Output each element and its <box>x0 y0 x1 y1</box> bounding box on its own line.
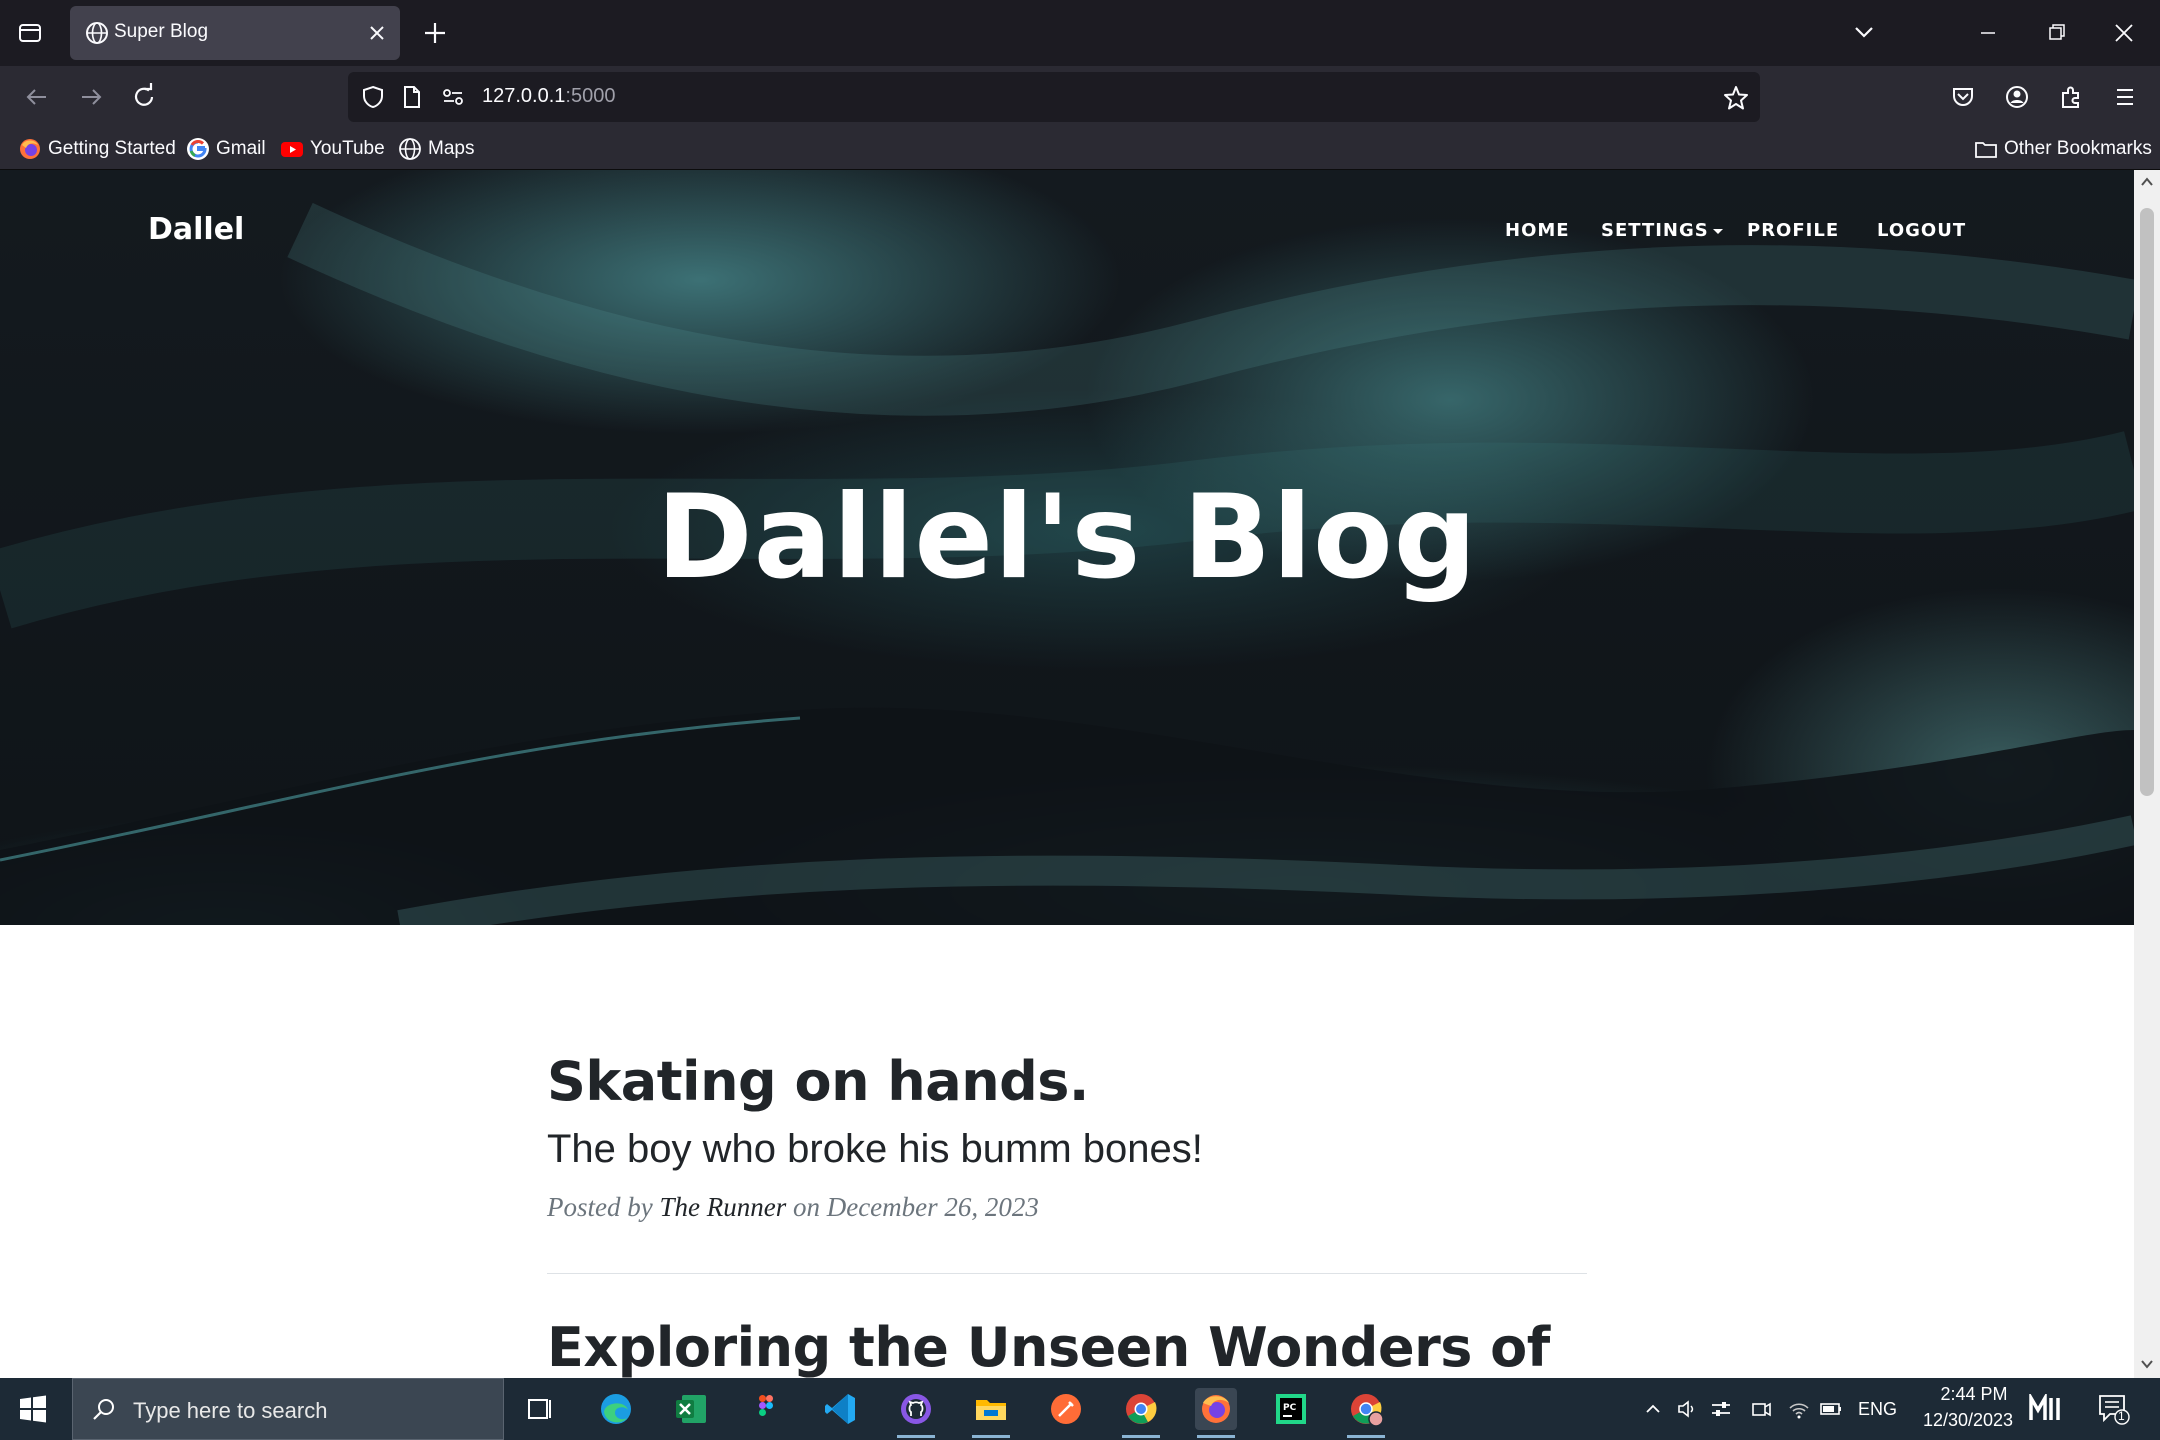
hero-header: Dallel HOME SETTINGS PROFILE LOGOUT Dall… <box>0 170 2134 925</box>
nav-home[interactable]: HOME <box>1505 220 1570 241</box>
running-indicator <box>1197 1435 1235 1438</box>
browser-tab-bar: Super Blog <box>0 0 2160 66</box>
scroll-down-arrow-icon[interactable] <box>2139 1356 2155 1372</box>
site-brand[interactable]: Dallel <box>148 212 244 247</box>
post-list: Skating on hands. The boy who broke his … <box>547 1050 1587 1378</box>
bookmark-maps[interactable]: Maps <box>398 134 474 164</box>
notification-center-icon[interactable]: 1 <box>2096 1392 2132 1426</box>
page-scrollbar[interactable] <box>2134 170 2160 1378</box>
show-hidden-icons-chevron-icon[interactable] <box>1640 1396 1666 1422</box>
tab-overflow-chevron-icon[interactable] <box>1844 14 1884 52</box>
permissions-icon[interactable] <box>440 84 466 110</box>
google-icon <box>186 137 210 161</box>
file-explorer-icon[interactable] <box>970 1388 1012 1438</box>
post-preview: Skating on hands. The boy who broke his … <box>547 1050 1587 1223</box>
notification-count: 1 <box>2118 1409 2125 1423</box>
post-author-link[interactable]: The Runner <box>659 1192 786 1222</box>
folder-icon <box>1974 137 1998 161</box>
firefox-icon <box>18 137 42 161</box>
running-indicator <box>897 1435 935 1438</box>
search-icon <box>89 1395 119 1425</box>
url-bar[interactable]: 127.0.0.1:5000 <box>348 72 1760 122</box>
hero-title: Dallel's Blog <box>656 470 1478 605</box>
postman-icon[interactable] <box>1045 1388 1087 1430</box>
battery-icon[interactable] <box>1818 1396 1844 1422</box>
scrollbar-thumb[interactable] <box>2140 208 2154 796</box>
bookmark-star-icon[interactable] <box>1722 84 1750 112</box>
wifi-icon[interactable] <box>1786 1396 1812 1422</box>
svg-text:PC: PC <box>1283 1403 1297 1413</box>
globe-icon <box>398 137 422 161</box>
clock-date: 12/30/2023 <box>1922 1410 2014 1430</box>
new-tab-icon[interactable] <box>420 18 450 48</box>
language-indicator[interactable]: ENG <box>1858 1399 1897 1420</box>
running-indicator <box>1347 1435 1385 1438</box>
bookmark-getting-started[interactable]: Getting Started <box>18 134 176 164</box>
page-viewport: Dallel HOME SETTINGS PROFILE LOGOUT Dall… <box>0 170 2134 1378</box>
menu-icon[interactable] <box>2106 78 2144 116</box>
tab-list-icon[interactable] <box>10 14 50 52</box>
scroll-up-arrow-icon[interactable] <box>2139 174 2155 190</box>
github-desktop-icon[interactable] <box>895 1388 937 1438</box>
pocket-icon[interactable] <box>1944 78 1982 116</box>
running-indicator <box>1122 1435 1160 1438</box>
close-window-icon[interactable] <box>2104 14 2144 52</box>
close-tab-icon[interactable] <box>366 22 388 44</box>
app-logo-icon[interactable] <box>2028 1391 2062 1424</box>
vscode-icon[interactable] <box>820 1388 862 1430</box>
shield-icon[interactable] <box>360 84 386 110</box>
reload-icon[interactable] <box>125 78 163 116</box>
minimize-icon[interactable] <box>1968 14 2008 52</box>
taskbar-search-box[interactable]: Type here to search <box>72 1378 504 1440</box>
globe-icon <box>84 20 110 46</box>
volume-icon[interactable] <box>1674 1396 1700 1422</box>
clock-time: 2:44 PM <box>1940 1384 2008 1404</box>
search-placeholder: Type here to search <box>133 1398 328 1423</box>
active-tab[interactable]: Super Blog <box>70 6 400 60</box>
nav-profile[interactable]: PROFILE <box>1747 220 1839 241</box>
page-icon[interactable] <box>398 84 424 110</box>
browser-toolbar: 127.0.0.1:5000 <box>0 66 2160 128</box>
url-text[interactable]: 127.0.0.1:5000 <box>482 85 615 108</box>
camera-icon[interactable] <box>1748 1396 1774 1422</box>
figma-icon[interactable] <box>745 1388 787 1430</box>
bookmark-youtube[interactable]: YouTube <box>280 134 385 164</box>
post-preview: Exploring the Unseen Wonders of <box>547 1316 1587 1378</box>
post-meta: Posted by The Runner on December 26, 202… <box>547 1192 1039 1222</box>
account-icon[interactable] <box>1998 78 2036 116</box>
task-view-icon[interactable] <box>518 1388 560 1430</box>
forward-arrow-icon[interactable] <box>72 78 110 116</box>
chrome-profile-icon[interactable] <box>1345 1388 1387 1438</box>
post-subtitle[interactable]: The boy who broke his bumm bones! <box>547 1127 1587 1172</box>
nav-settings-label: SETTINGS <box>1601 220 1709 241</box>
post-title-link[interactable]: Exploring the Unseen Wonders of <box>547 1316 1587 1378</box>
bookmark-gmail[interactable]: Gmail <box>186 134 266 164</box>
back-arrow-icon[interactable] <box>18 78 56 116</box>
windows-start-icon[interactable] <box>18 1394 48 1424</box>
excel-icon[interactable] <box>670 1388 712 1430</box>
nav-settings-dropdown[interactable]: SETTINGS <box>1601 220 1723 241</box>
tuning-icon[interactable] <box>1708 1396 1734 1422</box>
pycharm-icon[interactable]: PC <box>1270 1388 1312 1430</box>
running-indicator <box>972 1435 1010 1438</box>
post-divider <box>547 1273 1587 1274</box>
firefox-taskbar-icon[interactable] <box>1195 1388 1237 1438</box>
extensions-icon[interactable] <box>2052 78 2090 116</box>
windows-taskbar: Type here to search PC ENG 2:44 PM 12/30… <box>0 1378 2160 1440</box>
nav-logout[interactable]: LOGOUT <box>1877 220 1966 241</box>
post-title-link[interactable]: Skating on hands. <box>547 1050 1587 1113</box>
bookmarks-bar: Getting Started Gmail YouTube Maps Other… <box>0 128 2160 170</box>
tab-title: Super Blog <box>114 21 209 42</box>
youtube-icon <box>280 137 304 161</box>
other-bookmarks[interactable]: Other Bookmarks <box>1974 134 2152 164</box>
edge-icon[interactable] <box>595 1388 637 1430</box>
caret-down-icon <box>1712 228 1723 234</box>
restore-icon[interactable] <box>2036 14 2076 52</box>
chrome-icon[interactable] <box>1120 1388 1162 1438</box>
